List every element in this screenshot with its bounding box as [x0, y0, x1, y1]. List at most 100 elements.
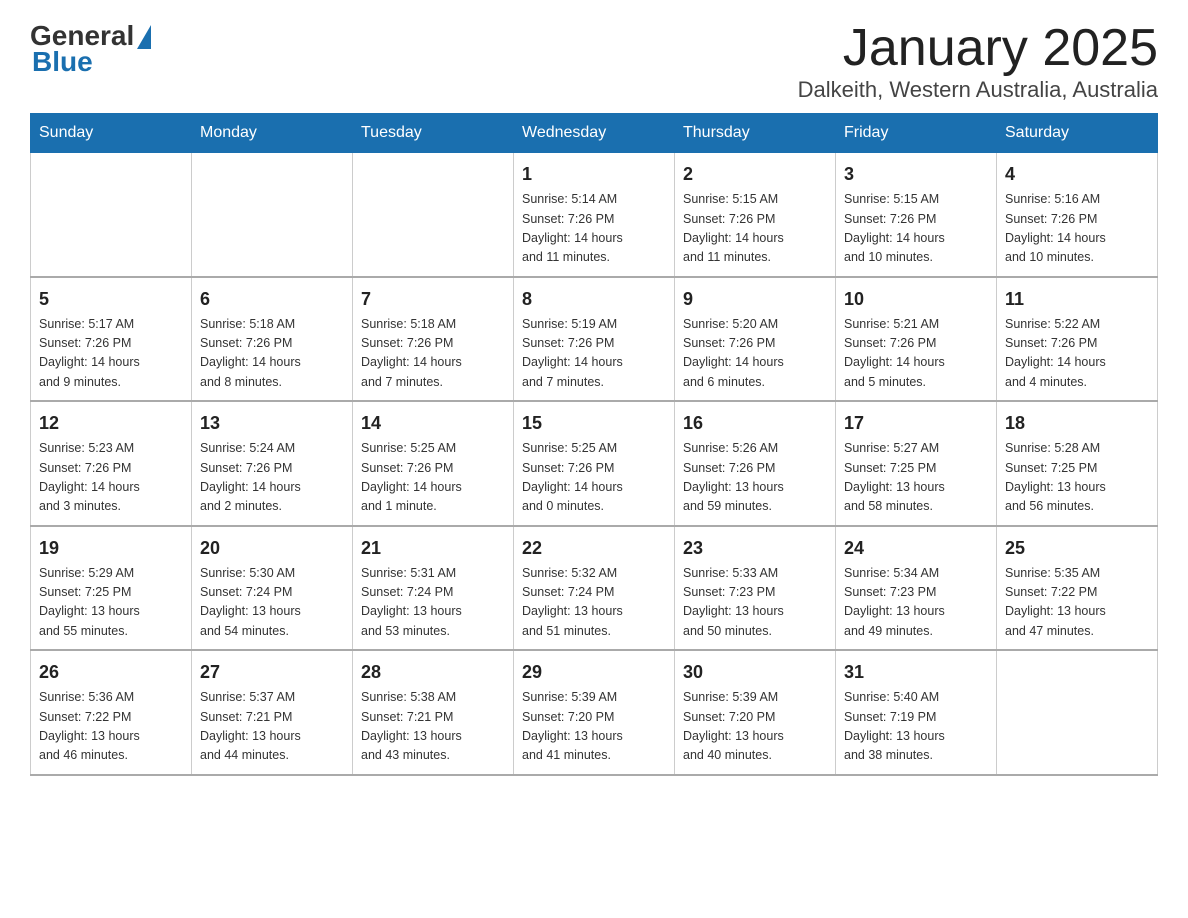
calendar-cell	[192, 153, 353, 277]
calendar-cell: 21Sunrise: 5:31 AMSunset: 7:24 PMDayligh…	[353, 526, 514, 651]
day-number: 10	[844, 286, 988, 313]
calendar-subtitle: Dalkeith, Western Australia, Australia	[798, 77, 1158, 103]
day-info: Sunrise: 5:15 AMSunset: 7:26 PMDaylight:…	[683, 190, 827, 268]
day-info: Sunrise: 5:22 AMSunset: 7:26 PMDaylight:…	[1005, 315, 1149, 393]
day-of-week-header: Friday	[836, 114, 997, 153]
day-of-week-header: Wednesday	[514, 114, 675, 153]
calendar-table: SundayMondayTuesdayWednesdayThursdayFrid…	[30, 113, 1158, 776]
calendar-cell: 13Sunrise: 5:24 AMSunset: 7:26 PMDayligh…	[192, 401, 353, 526]
day-number: 25	[1005, 535, 1149, 562]
day-info: Sunrise: 5:25 AMSunset: 7:26 PMDaylight:…	[361, 439, 505, 517]
day-info: Sunrise: 5:17 AMSunset: 7:26 PMDaylight:…	[39, 315, 183, 393]
calendar-cell: 28Sunrise: 5:38 AMSunset: 7:21 PMDayligh…	[353, 650, 514, 775]
day-info: Sunrise: 5:15 AMSunset: 7:26 PMDaylight:…	[844, 190, 988, 268]
day-info: Sunrise: 5:28 AMSunset: 7:25 PMDaylight:…	[1005, 439, 1149, 517]
day-number: 6	[200, 286, 344, 313]
day-info: Sunrise: 5:14 AMSunset: 7:26 PMDaylight:…	[522, 190, 666, 268]
calendar-cell: 31Sunrise: 5:40 AMSunset: 7:19 PMDayligh…	[836, 650, 997, 775]
calendar-cell: 14Sunrise: 5:25 AMSunset: 7:26 PMDayligh…	[353, 401, 514, 526]
day-number: 26	[39, 659, 183, 686]
day-info: Sunrise: 5:30 AMSunset: 7:24 PMDaylight:…	[200, 564, 344, 642]
day-number: 31	[844, 659, 988, 686]
day-number: 23	[683, 535, 827, 562]
day-number: 14	[361, 410, 505, 437]
day-number: 4	[1005, 161, 1149, 188]
calendar-week-row: 19Sunrise: 5:29 AMSunset: 7:25 PMDayligh…	[31, 526, 1158, 651]
day-info: Sunrise: 5:36 AMSunset: 7:22 PMDaylight:…	[39, 688, 183, 766]
day-number: 20	[200, 535, 344, 562]
day-number: 21	[361, 535, 505, 562]
day-number: 18	[1005, 410, 1149, 437]
day-info: Sunrise: 5:34 AMSunset: 7:23 PMDaylight:…	[844, 564, 988, 642]
calendar-cell: 8Sunrise: 5:19 AMSunset: 7:26 PMDaylight…	[514, 277, 675, 402]
day-number: 5	[39, 286, 183, 313]
calendar-cell: 15Sunrise: 5:25 AMSunset: 7:26 PMDayligh…	[514, 401, 675, 526]
day-number: 7	[361, 286, 505, 313]
day-number: 12	[39, 410, 183, 437]
calendar-week-row: 1Sunrise: 5:14 AMSunset: 7:26 PMDaylight…	[31, 153, 1158, 277]
day-info: Sunrise: 5:25 AMSunset: 7:26 PMDaylight:…	[522, 439, 666, 517]
calendar-cell: 18Sunrise: 5:28 AMSunset: 7:25 PMDayligh…	[997, 401, 1158, 526]
day-info: Sunrise: 5:21 AMSunset: 7:26 PMDaylight:…	[844, 315, 988, 393]
day-info: Sunrise: 5:29 AMSunset: 7:25 PMDaylight:…	[39, 564, 183, 642]
day-info: Sunrise: 5:39 AMSunset: 7:20 PMDaylight:…	[522, 688, 666, 766]
calendar-week-row: 26Sunrise: 5:36 AMSunset: 7:22 PMDayligh…	[31, 650, 1158, 775]
day-number: 15	[522, 410, 666, 437]
day-number: 3	[844, 161, 988, 188]
calendar-cell: 11Sunrise: 5:22 AMSunset: 7:26 PMDayligh…	[997, 277, 1158, 402]
calendar-cell: 6Sunrise: 5:18 AMSunset: 7:26 PMDaylight…	[192, 277, 353, 402]
logo-blue-text: Blue	[32, 46, 93, 78]
day-info: Sunrise: 5:19 AMSunset: 7:26 PMDaylight:…	[522, 315, 666, 393]
day-info: Sunrise: 5:26 AMSunset: 7:26 PMDaylight:…	[683, 439, 827, 517]
day-info: Sunrise: 5:33 AMSunset: 7:23 PMDaylight:…	[683, 564, 827, 642]
calendar-cell	[31, 153, 192, 277]
day-number: 17	[844, 410, 988, 437]
day-info: Sunrise: 5:40 AMSunset: 7:19 PMDaylight:…	[844, 688, 988, 766]
calendar-cell: 2Sunrise: 5:15 AMSunset: 7:26 PMDaylight…	[675, 153, 836, 277]
calendar-header-row: SundayMondayTuesdayWednesdayThursdayFrid…	[31, 114, 1158, 153]
day-number: 2	[683, 161, 827, 188]
calendar-cell: 1Sunrise: 5:14 AMSunset: 7:26 PMDaylight…	[514, 153, 675, 277]
day-number: 29	[522, 659, 666, 686]
calendar-cell: 26Sunrise: 5:36 AMSunset: 7:22 PMDayligh…	[31, 650, 192, 775]
calendar-cell: 24Sunrise: 5:34 AMSunset: 7:23 PMDayligh…	[836, 526, 997, 651]
calendar-title: January 2025	[798, 20, 1158, 77]
calendar-cell: 25Sunrise: 5:35 AMSunset: 7:22 PMDayligh…	[997, 526, 1158, 651]
calendar-cell: 23Sunrise: 5:33 AMSunset: 7:23 PMDayligh…	[675, 526, 836, 651]
calendar-cell: 22Sunrise: 5:32 AMSunset: 7:24 PMDayligh…	[514, 526, 675, 651]
calendar-cell: 30Sunrise: 5:39 AMSunset: 7:20 PMDayligh…	[675, 650, 836, 775]
day-number: 16	[683, 410, 827, 437]
day-info: Sunrise: 5:32 AMSunset: 7:24 PMDaylight:…	[522, 564, 666, 642]
calendar-cell: 10Sunrise: 5:21 AMSunset: 7:26 PMDayligh…	[836, 277, 997, 402]
calendar-cell: 19Sunrise: 5:29 AMSunset: 7:25 PMDayligh…	[31, 526, 192, 651]
day-number: 22	[522, 535, 666, 562]
day-number: 9	[683, 286, 827, 313]
day-info: Sunrise: 5:16 AMSunset: 7:26 PMDaylight:…	[1005, 190, 1149, 268]
calendar-cell: 27Sunrise: 5:37 AMSunset: 7:21 PMDayligh…	[192, 650, 353, 775]
day-number: 1	[522, 161, 666, 188]
day-info: Sunrise: 5:23 AMSunset: 7:26 PMDaylight:…	[39, 439, 183, 517]
day-info: Sunrise: 5:20 AMSunset: 7:26 PMDaylight:…	[683, 315, 827, 393]
day-of-week-header: Monday	[192, 114, 353, 153]
logo-triangle-icon	[137, 25, 151, 49]
calendar-cell: 5Sunrise: 5:17 AMSunset: 7:26 PMDaylight…	[31, 277, 192, 402]
day-of-week-header: Tuesday	[353, 114, 514, 153]
day-of-week-header: Sunday	[31, 114, 192, 153]
day-info: Sunrise: 5:18 AMSunset: 7:26 PMDaylight:…	[361, 315, 505, 393]
day-of-week-header: Saturday	[997, 114, 1158, 153]
day-number: 19	[39, 535, 183, 562]
day-number: 27	[200, 659, 344, 686]
day-info: Sunrise: 5:37 AMSunset: 7:21 PMDaylight:…	[200, 688, 344, 766]
day-info: Sunrise: 5:24 AMSunset: 7:26 PMDaylight:…	[200, 439, 344, 517]
day-number: 8	[522, 286, 666, 313]
calendar-cell: 4Sunrise: 5:16 AMSunset: 7:26 PMDaylight…	[997, 153, 1158, 277]
calendar-cell	[997, 650, 1158, 775]
day-info: Sunrise: 5:35 AMSunset: 7:22 PMDaylight:…	[1005, 564, 1149, 642]
title-block: January 2025 Dalkeith, Western Australia…	[798, 20, 1158, 103]
day-number: 11	[1005, 286, 1149, 313]
calendar-cell: 29Sunrise: 5:39 AMSunset: 7:20 PMDayligh…	[514, 650, 675, 775]
day-info: Sunrise: 5:18 AMSunset: 7:26 PMDaylight:…	[200, 315, 344, 393]
day-info: Sunrise: 5:31 AMSunset: 7:24 PMDaylight:…	[361, 564, 505, 642]
calendar-cell: 3Sunrise: 5:15 AMSunset: 7:26 PMDaylight…	[836, 153, 997, 277]
day-info: Sunrise: 5:39 AMSunset: 7:20 PMDaylight:…	[683, 688, 827, 766]
